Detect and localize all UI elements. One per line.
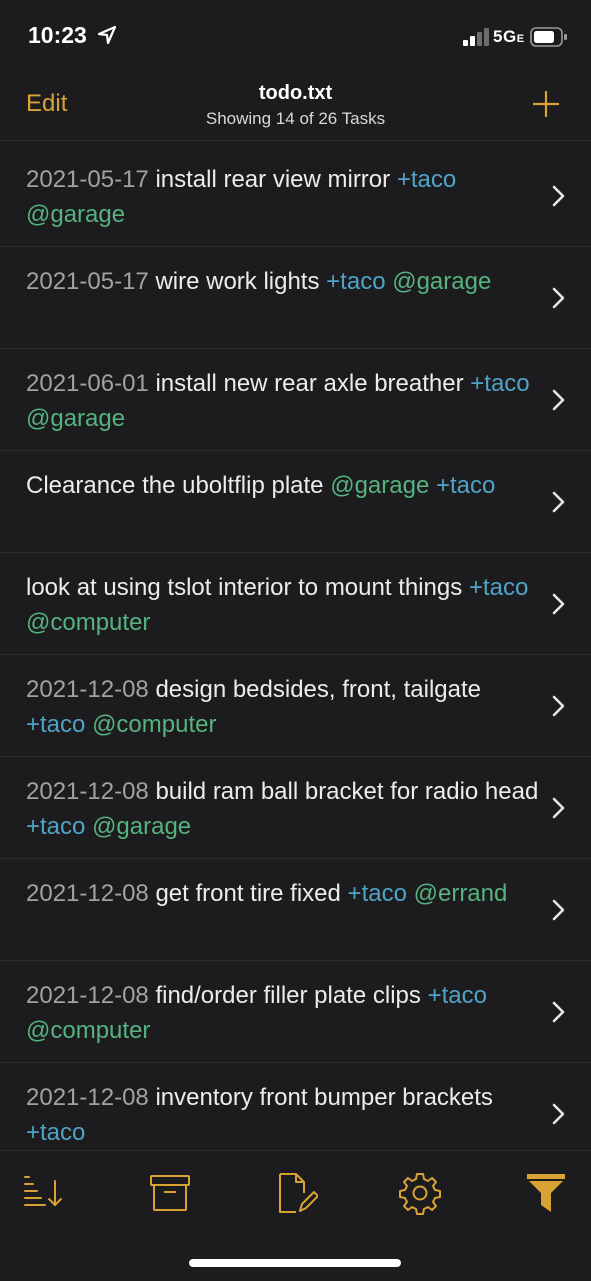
project-tag: +taco xyxy=(396,166,457,193)
project-tag: +taco xyxy=(435,472,496,499)
settings-gear-icon[interactable] xyxy=(398,1171,442,1215)
network-label: 5G xyxy=(493,27,517,46)
task-description: design bedsides, front, tailgate xyxy=(155,676,481,703)
context-tag: @garage xyxy=(92,813,192,840)
sort-icon[interactable] xyxy=(22,1171,66,1215)
chevron-right-icon xyxy=(552,797,565,819)
project-tag: +taco xyxy=(326,268,386,295)
task-description: find/order filler plate clips xyxy=(155,982,421,1009)
battery-icon xyxy=(530,27,567,47)
page-title: todo.txt xyxy=(258,82,333,104)
context-tag: @computer xyxy=(26,1017,151,1044)
task-text: 2021-05-17 install rear view mirror +tac… xyxy=(26,162,546,232)
task-text: 2021-05-17 wire work lights +taco @garag… xyxy=(26,264,546,299)
task-description: wire work lights xyxy=(155,268,320,295)
task-count-subtitle: Showing 14 of 26 Tasks xyxy=(205,109,386,128)
task-text: 2021-12-08 inventory front bumper bracke… xyxy=(26,1080,546,1150)
plus-icon[interactable] xyxy=(530,88,562,120)
task-row[interactable]: 2021-06-01 install new rear axle breathe… xyxy=(0,349,591,451)
project-tag: +taco xyxy=(26,711,86,738)
home-indicator[interactable] xyxy=(189,1259,401,1267)
chevron-right-icon xyxy=(552,185,565,207)
status-time: 10:23 xyxy=(28,22,87,48)
chevron-right-icon xyxy=(552,491,565,513)
task-row[interactable]: 2021-12-08 find/order filler plate clips… xyxy=(0,961,591,1063)
cellular-signal-icon xyxy=(463,28,489,46)
chevron-right-icon xyxy=(552,287,565,309)
task-row[interactable]: 2021-12-08 build ram ball bracket for ra… xyxy=(0,757,591,859)
project-tag: +taco xyxy=(427,982,487,1009)
navigation-bar: Edit todo.txt Showing 14 of 26 Tasks xyxy=(0,74,591,141)
task-date: 2021-12-08 xyxy=(26,880,149,907)
context-tag: @garage xyxy=(392,268,492,295)
chevron-right-icon xyxy=(552,1001,565,1023)
task-text: 2021-12-08 find/order filler plate clips… xyxy=(26,978,546,1048)
task-row[interactable]: 2021-05-17 install rear view mirror +tac… xyxy=(0,145,591,247)
task-row[interactable]: 2021-05-17 wire work lights +taco @garag… xyxy=(0,247,591,349)
task-date: 2021-12-08 xyxy=(26,778,149,805)
chevron-right-icon xyxy=(552,899,565,921)
task-text: look at using tslot interior to mount th… xyxy=(26,570,546,640)
task-text: 2021-06-01 install new rear axle breathe… xyxy=(26,366,546,436)
task-description: inventory front bumper brackets xyxy=(155,1084,493,1111)
network-suffix: E xyxy=(516,33,525,45)
task-date: 2021-12-08 xyxy=(26,982,149,1009)
task-text: 2021-12-08 build ram ball bracket for ra… xyxy=(26,774,546,844)
context-tag: @errand xyxy=(413,880,508,907)
task-description: look at using tslot interior to mount th… xyxy=(26,574,463,601)
task-date: 2021-05-17 xyxy=(26,268,149,295)
task-row[interactable]: 2021-12-08 design bedsides, front, tailg… xyxy=(0,655,591,757)
context-tag: @garage xyxy=(26,201,126,228)
task-list: 2021-05-17 install rear view mirror +tac… xyxy=(0,145,591,1150)
project-tag: +taco xyxy=(347,880,407,907)
task-text: 2021-12-08 design bedsides, front, tailg… xyxy=(26,672,546,742)
network-type: 5GE xyxy=(493,27,525,47)
chevron-right-icon xyxy=(552,695,565,717)
task-description: install rear view mirror xyxy=(155,166,391,193)
task-row[interactable]: look at using tslot interior to mount th… xyxy=(0,553,591,655)
task-description: install new rear axle breather xyxy=(155,370,464,397)
task-row[interactable]: 2021-12-08 get front tire fixed +taco @e… xyxy=(0,859,591,961)
location-arrow-icon xyxy=(97,25,117,45)
task-text: Clearance the uboltflip plate @garage +t… xyxy=(26,468,546,503)
project-tag: +taco xyxy=(470,370,530,397)
context-tag: @garage xyxy=(26,405,126,432)
project-tag: +taco xyxy=(468,574,529,601)
chevron-right-icon xyxy=(552,389,565,411)
chevron-right-icon xyxy=(552,593,565,615)
task-date: 2021-05-17 xyxy=(26,166,149,193)
task-date: 2021-12-08 xyxy=(26,676,149,703)
task-row[interactable]: 2021-12-08 inventory front bumper bracke… xyxy=(0,1063,591,1150)
archive-icon[interactable] xyxy=(148,1171,192,1215)
task-description: get front tire fixed xyxy=(155,880,341,907)
task-description: Clearance the uboltflip plate xyxy=(26,472,324,499)
new-document-icon[interactable] xyxy=(274,1171,318,1215)
task-date: 2021-12-08 xyxy=(26,1084,149,1111)
chevron-right-icon xyxy=(552,1103,565,1125)
context-tag: @garage xyxy=(330,472,430,499)
task-date: 2021-06-01 xyxy=(26,370,149,397)
context-tag: @computer xyxy=(92,711,217,738)
task-description: build ram ball bracket for radio head xyxy=(155,778,539,805)
task-row[interactable]: Clearance the uboltflip plate @garage +t… xyxy=(0,451,591,553)
context-tag: @computer xyxy=(26,609,151,636)
project-tag: +taco xyxy=(26,813,86,840)
project-tag: +taco xyxy=(26,1119,86,1146)
task-text: 2021-12-08 get front tire fixed +taco @e… xyxy=(26,876,546,911)
filter-icon[interactable] xyxy=(524,1171,568,1215)
status-bar: 10:23 5GE xyxy=(0,0,591,74)
